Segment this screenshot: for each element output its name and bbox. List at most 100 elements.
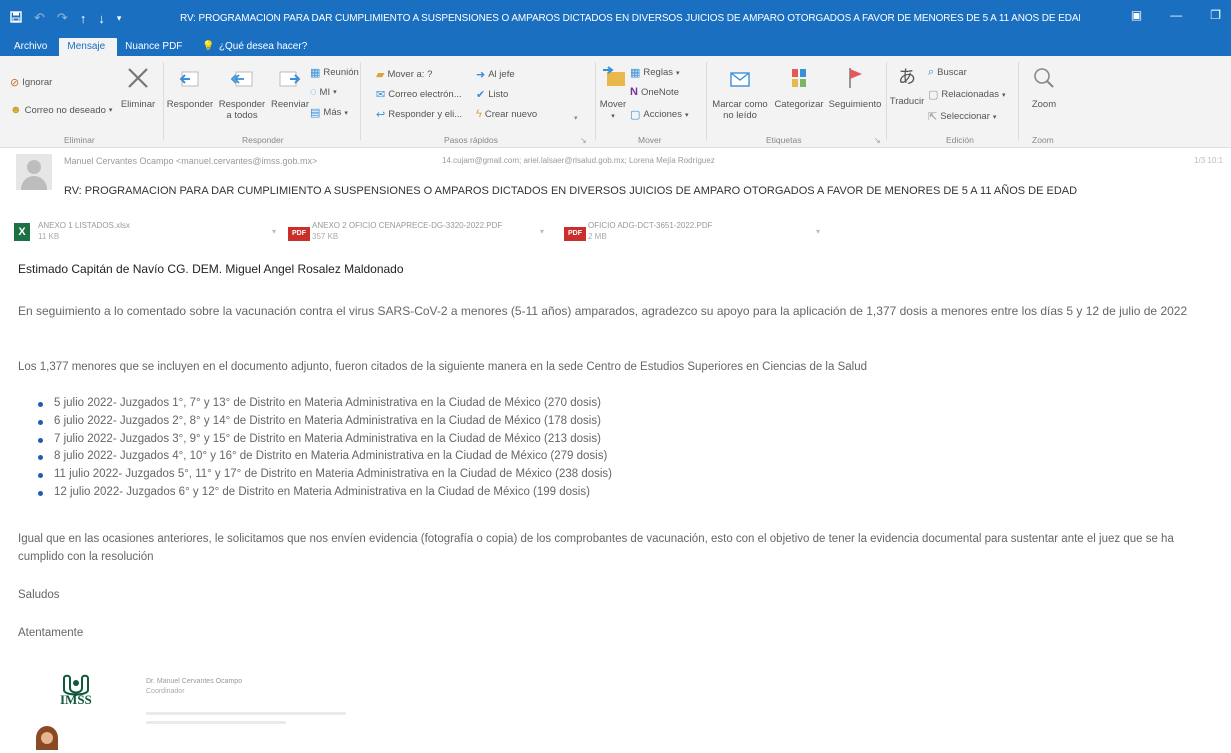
avatar[interactable] (16, 154, 52, 190)
move-button[interactable]: Mover ▾ (596, 64, 630, 122)
tab-nuance-pdf[interactable]: Nuance PDF (117, 38, 194, 56)
attachment-menu-chevron[interactable]: ▾ (540, 227, 544, 236)
dialog-launcher-icon[interactable]: ↘ (874, 136, 881, 145)
move-folder-icon (596, 64, 630, 95)
list-item: 5 julio 2022- Juzgados 1°, 7° y 13° de D… (38, 395, 612, 413)
forward-icon (268, 64, 312, 95)
translate-button[interactable]: あ Traducir (888, 62, 926, 107)
divider (163, 62, 164, 140)
paragraph-intro: En seguimiento a lo comentado sobre la v… (18, 304, 1188, 318)
reply-all-icon (216, 64, 268, 95)
group-edicion: あ Traducir ⌕ Buscar ▢ Relacionadas ▾ ⇱ S… (888, 56, 1018, 148)
group-label-etiquetas: Etiquetas (766, 135, 802, 145)
list-item: 7 julio 2022- Juzgados 3°, 9° y 15° de D… (38, 431, 612, 449)
attachment-item[interactable]: PDF OFICIO ADG-DCT-3651-2022.PDF 2 MB ▾ (564, 217, 824, 247)
related-button[interactable]: ▢ Relacionadas ▾ (928, 88, 1006, 101)
quickstep-scroll-chevron[interactable]: ▾ (574, 114, 578, 122)
group-zoom: Zoom Zoom (1020, 56, 1070, 148)
email-icon: ✉ (376, 89, 386, 101)
attachment-name: ANEXO 1 LISTADOS.xlsx (38, 221, 130, 230)
attachment-item[interactable]: X ANEXO 1 LISTADOS.xlsx 11 KB ▾ (14, 217, 294, 247)
junk-icon: ☻ (10, 104, 22, 116)
previous-item-icon[interactable]: ↑ (80, 11, 87, 26)
contact-line (146, 721, 286, 724)
dialog-launcher-icon[interactable]: ↘ (580, 136, 587, 145)
check-icon: ✔ (476, 89, 486, 101)
calendar-icon: ▦ (310, 67, 321, 79)
group-etiquetas: Marcar como no leído Categorizar Seguimi… (708, 56, 884, 148)
junk-mail-button[interactable]: ☻ Correo no deseado ▾ (10, 104, 112, 116)
next-item-icon[interactable]: ↓ (98, 11, 105, 26)
reply-button[interactable]: Responder (166, 64, 214, 110)
minimize-icon[interactable]: — (1170, 8, 1182, 22)
forward-button[interactable]: Reenviar (268, 64, 312, 110)
mark-unread-icon (708, 64, 772, 95)
more-button[interactable]: ▤ Más ▾ (310, 106, 348, 119)
undo-icon[interactable]: ↶ (34, 10, 45, 26)
attachment-size: 357 KB (312, 232, 339, 241)
delete-x-icon (118, 64, 158, 95)
attachment-menu-chevron[interactable]: ▾ (272, 227, 276, 236)
attachment-item[interactable]: PDF ANEXO 2 OFICIO CENAPRECE-DG-3320-202… (288, 217, 558, 247)
pdf-file-icon: PDF (564, 227, 586, 241)
rules-button[interactable]: ▦ Reglas ▾ (630, 66, 680, 79)
ribbon-display-icon[interactable]: ▣ (1131, 8, 1142, 22)
chevron-down-icon: ▾ (1001, 91, 1006, 99)
group-label-responder: Responder (242, 135, 284, 145)
restore-icon[interactable]: ❐ (1210, 8, 1221, 22)
closing-atentamente: Atentamente (18, 627, 84, 639)
tell-me-search[interactable]: 💡 ¿Qué desea hacer? (194, 38, 315, 56)
folder-icon: ▰ (376, 69, 385, 81)
title-bar: ↶ ↷ ↑ ↓ ▾ RV: PROGRAMACIÓN PARA DAR CUMP… (0, 0, 1231, 36)
onenote-button[interactable]: N OneNote (630, 86, 679, 98)
list-item: 6 julio 2022- Juzgados 2°, 8° y 14° de D… (38, 413, 612, 431)
window-controls: ▣ — ❐ (1131, 8, 1221, 22)
attachment-size: 11 KB (38, 232, 60, 241)
group-mover: Mover ▾ ▦ Reglas ▾ N OneNote ▢ Acciones … (596, 56, 704, 148)
translate-icon: あ (898, 67, 916, 87)
im-icon: ◌ (310, 86, 317, 98)
message-header: Manuel Cervantes Ocampo <manuel.cervante… (0, 150, 1231, 210)
reply-all-button[interactable]: Responder a todos (216, 64, 268, 121)
find-button[interactable]: ⌕ Buscar (928, 66, 967, 79)
mark-unread-button[interactable]: Marcar como no leído (708, 64, 772, 121)
quickstep-move-to[interactable]: ▰ Mover a: ? (376, 68, 432, 81)
tab-archivo[interactable]: Archivo (6, 38, 59, 56)
delete-button[interactable]: Eliminar (118, 64, 158, 110)
ignorar-button[interactable]: ⊘ Ignorar (10, 76, 52, 89)
sender[interactable]: Manuel Cervantes Ocampo <manuel.cervante… (64, 156, 317, 166)
actions-button[interactable]: ▢ Acciones ▾ (630, 108, 688, 121)
attachment-menu-chevron[interactable]: ▾ (816, 227, 820, 236)
search-icon: ⌕ (928, 66, 935, 78)
related-icon: ▢ (928, 89, 939, 101)
follow-up-button[interactable]: Seguimiento (826, 64, 884, 110)
portrait-image (36, 726, 58, 750)
zoom-button[interactable]: Zoom (1024, 64, 1064, 110)
redo-icon[interactable]: ↷ (57, 10, 68, 26)
quickstep-email[interactable]: ✉ Correo electrón... (376, 88, 462, 101)
quickstep-reply-delete[interactable]: ↩ Responder y eli... (376, 108, 462, 121)
tell-me-label: ¿Qué desea hacer? (218, 41, 308, 52)
tab-mensaje[interactable]: Mensaje (59, 38, 118, 56)
save-icon[interactable] (10, 10, 22, 26)
customize-toolbar-icon[interactable]: ▾ (117, 13, 122, 24)
select-button[interactable]: ⇱ Seleccionar ▾ (928, 110, 996, 123)
recipients[interactable]: 14.cujam@gmail.com; ariel.lalsaer@rlsalu… (442, 156, 715, 165)
group-pasos-rapidos: ▰ Mover a: ? ✉ Correo electrón... ↩ Resp… (372, 56, 602, 148)
categorize-button[interactable]: Categorizar (770, 64, 828, 110)
quickstep-create-new[interactable]: ϟ Crear nuevo (476, 108, 537, 120)
chevron-down-icon: ▾ (344, 109, 348, 117)
quickstep-to-manager[interactable]: ➜ Al jefe (476, 68, 515, 81)
arrow-right-icon: ➜ (476, 69, 486, 81)
group-label-mover: Mover (638, 135, 662, 145)
quick-access-toolbar: ↶ ↷ ↑ ↓ ▾ (0, 10, 180, 26)
quickstep-done[interactable]: ✔ Listo (476, 88, 508, 101)
meeting-button[interactable]: ▦ Reunión (310, 66, 359, 79)
group-label-pasos: Pasos rápidos (444, 135, 498, 145)
attachment-name: ANEXO 2 OFICIO CENAPRECE-DG-3320-2022.PD… (312, 221, 503, 230)
chevron-down-icon: ▾ (684, 111, 689, 119)
divider (1018, 62, 1019, 140)
im-button[interactable]: ◌ MI ▾ (310, 86, 337, 98)
chevron-down-icon: ▾ (611, 113, 615, 120)
list-item: 12 julio 2022- Juzgados 6° y 12° de Dist… (38, 484, 612, 502)
